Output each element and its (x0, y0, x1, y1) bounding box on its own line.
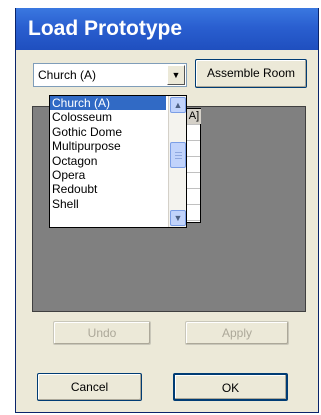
dropdown-option[interactable]: Gothic Dome (50, 125, 166, 139)
dropdown-option[interactable]: Shell (50, 197, 166, 211)
prototype-select-value: Church (A) (38, 68, 97, 82)
dropdown-option[interactable]: Church (A) (50, 96, 166, 111)
dropdown-option[interactable]: Octagon (50, 154, 166, 168)
prototype-dropdown-list[interactable]: Church (A) Colosseum Gothic Dome Multipu… (49, 95, 187, 228)
prototype-select[interactable]: Church (A) ▼ (33, 63, 187, 87)
apply-button[interactable]: Apply (185, 321, 289, 345)
dropdown-option[interactable]: Redoubt (50, 182, 166, 196)
scrollbar-thumb[interactable] (170, 142, 186, 168)
ok-button[interactable]: OK (173, 373, 288, 401)
load-prototype-dialog: Load Prototype Church (A) ▼ Assemble Roo… (15, 8, 319, 413)
dropdown-option[interactable]: Colosseum (50, 110, 166, 124)
undo-button[interactable]: Undo (53, 321, 151, 345)
dropdown-scrollbar[interactable]: ▲ ▼ (168, 96, 186, 227)
grid-header-cell: A] (186, 109, 201, 124)
scroll-up-icon[interactable]: ▲ (170, 97, 186, 113)
scroll-down-icon[interactable]: ▼ (170, 210, 186, 226)
dropdown-option[interactable]: Opera (50, 168, 166, 182)
cancel-button[interactable]: Cancel (37, 373, 142, 401)
window-title: Load Prototype (16, 8, 318, 50)
assemble-room-button[interactable]: Assemble Room (195, 59, 307, 88)
chevron-down-icon[interactable]: ▼ (167, 65, 185, 85)
dropdown-option[interactable]: Multipurpose (50, 139, 166, 153)
